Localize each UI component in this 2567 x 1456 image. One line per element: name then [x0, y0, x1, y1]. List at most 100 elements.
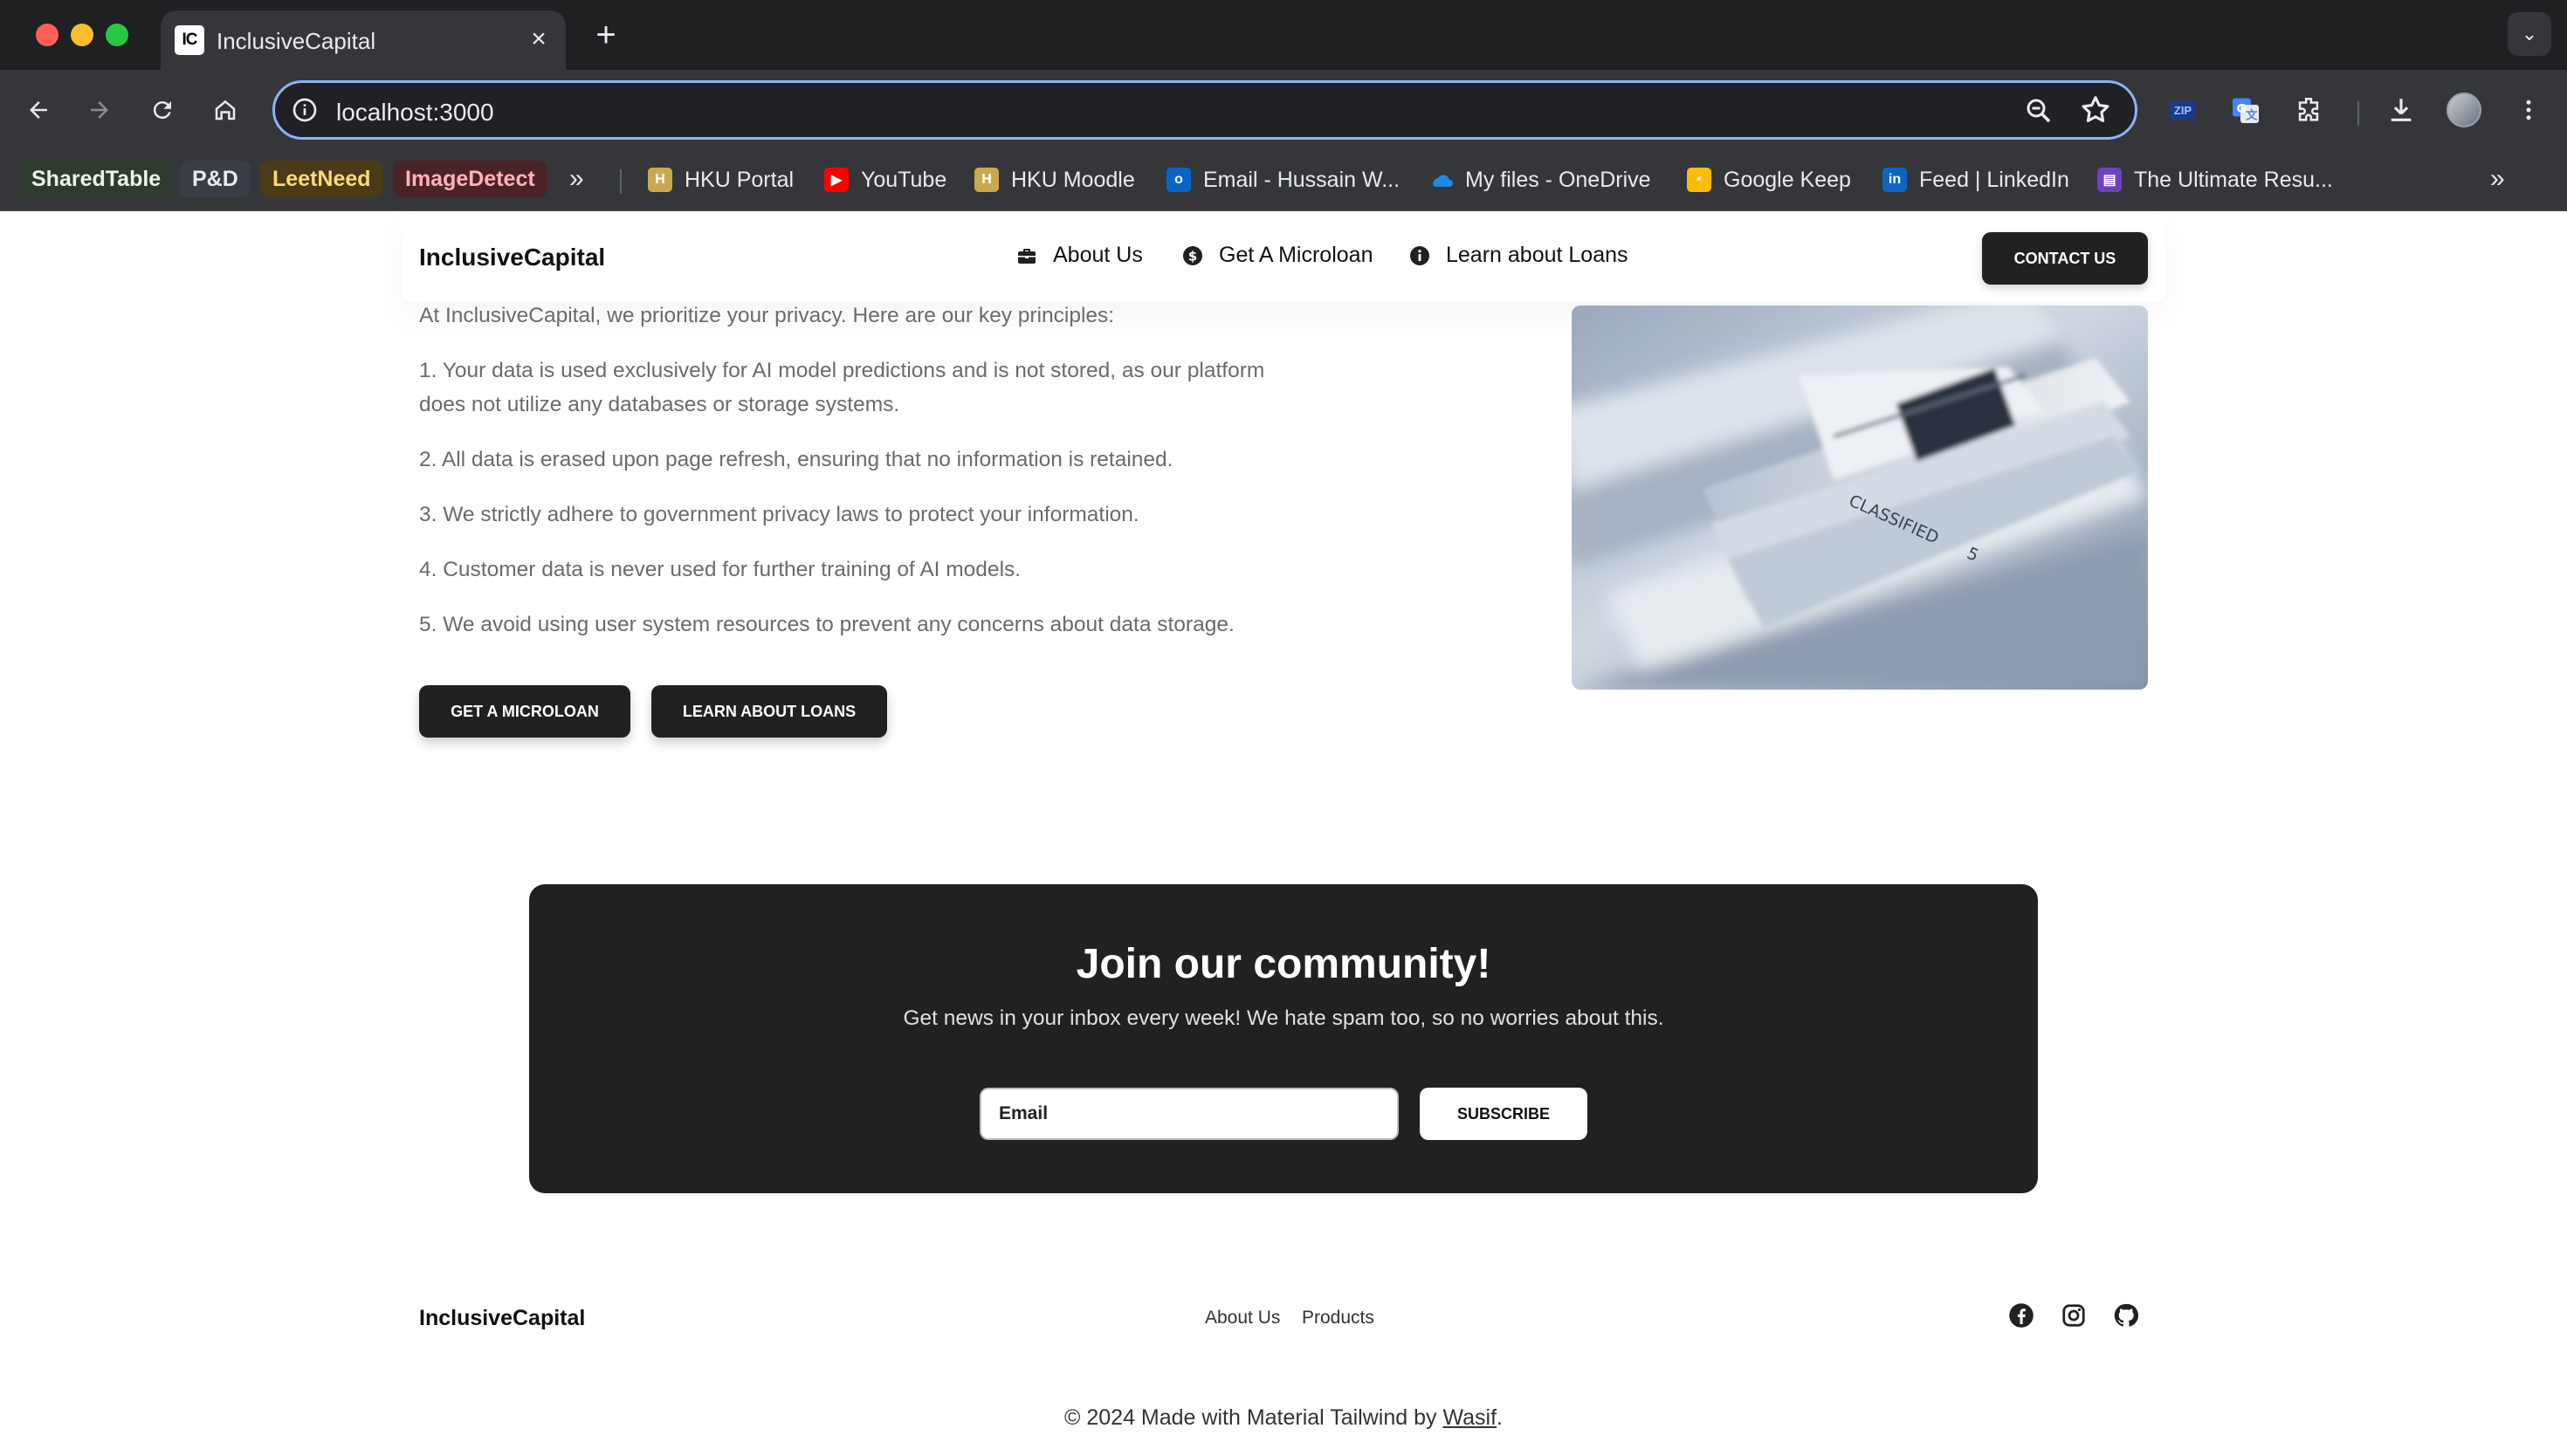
github-icon[interactable]	[2113, 1302, 2139, 1329]
browser-toolbar: localhost:3000 ZIP G文	[0, 70, 2567, 150]
bookmark-label: My files - OneDrive	[1465, 167, 1651, 192]
author-link[interactable]: Wasif	[1442, 1405, 1497, 1430]
dollar-icon: $	[1183, 245, 1202, 265]
web-page: InclusiveCapital About Us $ Get A Microl…	[0, 211, 2567, 1456]
bookmark-group-chevron-icon[interactable]: »	[569, 164, 584, 194]
browser-menu-icon[interactable]	[2509, 91, 2548, 129]
privacy-principle-3: 3. We strictly adhere to government priv…	[419, 503, 1139, 526]
bookmark-google-keep[interactable]: • Google Keep	[1687, 162, 1851, 197]
copyright-text: © 2024 Made with Material Tailwind by Wa…	[0, 1405, 2567, 1431]
bookmark-label: HKU Portal	[685, 167, 795, 192]
bookmark-chip-leetneed[interactable]: LeetNeed	[260, 161, 383, 197]
bookmark-hku-moodle[interactable]: H HKU Moodle	[974, 162, 1135, 197]
bookmark-email[interactable]: o Email - Hussain W...	[1167, 162, 1400, 197]
bookmark-hku-portal[interactable]: H HKU Portal	[648, 162, 794, 197]
site-brand[interactable]: InclusiveCapital	[419, 244, 605, 271]
more-bookmarks-chevron-icon[interactable]: »	[2490, 164, 2505, 194]
privacy-principle-1: 1. Your data is used exclusively for AI …	[419, 359, 1265, 416]
nav-get-a-microloan[interactable]: $ Get A Microloan	[1182, 243, 1373, 268]
reload-icon[interactable]	[143, 91, 182, 129]
minimize-window-button[interactable]	[71, 24, 93, 46]
file-folders-image: CLASSIFIED 5	[1572, 306, 2148, 690]
bookmark-star-icon[interactable]	[2079, 93, 2112, 127]
briefcase-icon	[1018, 248, 1036, 264]
extensions-puzzle-icon[interactable]	[2289, 91, 2328, 129]
tab-title: InclusiveCapital	[217, 28, 376, 54]
zip-extension-icon[interactable]: ZIP	[2164, 91, 2202, 129]
privacy-principle-4: 4. Customer data is never used for furth…	[419, 558, 1022, 581]
outlook-icon: o	[1167, 168, 1191, 192]
bookmark-onedrive[interactable]: My files - OneDrive	[1428, 162, 1651, 197]
learn-about-loans-button[interactable]: LEARN ABOUT LOANS	[651, 685, 887, 738]
site-info-icon[interactable]	[291, 96, 319, 124]
footer-link-about-us[interactable]: About Us	[1205, 1308, 1280, 1329]
maximize-window-button[interactable]	[106, 24, 128, 46]
nav-about-us[interactable]: About Us	[1016, 243, 1143, 268]
newsletter-subtitle: Get news in your inbox every week! We ha…	[903, 1006, 1664, 1030]
youtube-icon: ▶	[824, 168, 849, 192]
bookmark-ultimate-resume[interactable]: ▤ The Ultimate Resu...	[2097, 162, 2333, 197]
bookmark-label: Email - Hussain W...	[1203, 167, 1400, 192]
nav-link-label: Get A Microloan	[1219, 243, 1373, 267]
bookmark-label: Feed | LinkedIn	[1919, 167, 2069, 192]
contact-us-button[interactable]: CONTACT US	[1982, 232, 2148, 285]
bookmark-label: YouTube	[861, 167, 947, 192]
email-input[interactable]	[980, 1088, 1399, 1140]
home-icon[interactable]	[206, 91, 244, 129]
svg-text:$: $	[1188, 248, 1197, 264]
copyright-suffix: .	[1497, 1405, 1503, 1430]
tab-close-icon[interactable]: ×	[524, 24, 554, 54]
svg-text:文: 文	[2246, 108, 2258, 123]
bookmark-label: Google Keep	[1724, 167, 1851, 192]
bookmark-youtube[interactable]: ▶ YouTube	[824, 162, 946, 197]
nav-learn-about-loans[interactable]: Learn about Loans	[1409, 243, 1628, 268]
bookmarks-bar: SharedTable P&D LeetNeed ImageDetect » H…	[0, 150, 2567, 211]
bookmark-separator	[620, 169, 622, 194]
newsletter-section: Join our community! Get news in your inb…	[529, 884, 2038, 1193]
nav-link-label: About Us	[1053, 243, 1143, 267]
linkedin-icon: in	[1882, 168, 1907, 192]
svg-text:G: G	[2237, 102, 2247, 116]
address-url[interactable]: localhost:3000	[336, 99, 494, 127]
downloads-icon[interactable]	[2382, 91, 2420, 129]
moodle-icon: H	[974, 168, 999, 192]
new-tab-icon[interactable]: +	[587, 16, 625, 54]
info-icon	[1410, 245, 1429, 265]
onedrive-icon	[1428, 168, 1453, 192]
newsletter-title: Join our community!	[1076, 941, 1491, 987]
hku-icon: H	[648, 168, 672, 192]
nav-link-label: Learn about Loans	[1446, 243, 1628, 267]
profile-avatar[interactable]	[2445, 91, 2483, 129]
bookmark-chip-imagedetect[interactable]: ImageDetect	[393, 161, 547, 197]
resume-icon: ▤	[2097, 168, 2122, 192]
bookmark-label: HKU Moodle	[1011, 167, 1135, 192]
toolbar-divider	[2357, 101, 2359, 126]
get-a-microloan-button[interactable]: GET A MICROLOAN	[419, 685, 630, 738]
translate-extension-icon[interactable]: G文	[2226, 91, 2265, 129]
privacy-intro: At InclusiveCapital, we prioritize your …	[419, 304, 1115, 327]
zoom-icon[interactable]	[2023, 95, 2054, 127]
browser-tab-active[interactable]: IC InclusiveCapital ×	[161, 10, 566, 70]
bookmark-chip-pd[interactable]: P&D	[180, 161, 251, 197]
tab-search-icon[interactable]: ⌄	[2508, 12, 2551, 56]
subscribe-button[interactable]: SUBSCRIBE	[1420, 1088, 1587, 1140]
keep-icon: •	[1687, 168, 1711, 192]
forward-icon[interactable]	[80, 91, 119, 129]
close-window-button[interactable]	[36, 24, 58, 46]
copyright-prefix: © 2024 Made with Material Tailwind by	[1064, 1405, 1443, 1430]
privacy-principle-5: 5. We avoid using user system resources …	[419, 613, 1235, 636]
tab-strip: IC InclusiveCapital × + ⌄	[0, 0, 2567, 70]
facebook-icon[interactable]	[2008, 1302, 2034, 1329]
instagram-icon[interactable]	[2061, 1302, 2087, 1329]
footer-link-products[interactable]: Products	[1302, 1308, 1374, 1329]
back-icon[interactable]	[19, 91, 58, 129]
footer-brand[interactable]: InclusiveCapital	[419, 1306, 585, 1331]
site-navbar: InclusiveCapital About Us $ Get A Microl…	[402, 211, 2165, 302]
privacy-principle-2: 2. All data is erased upon page refresh,…	[419, 448, 1173, 471]
browser-chrome: IC InclusiveCapital × + ⌄ localhost:3000	[0, 0, 2567, 211]
address-bar[interactable]: localhost:3000	[272, 80, 2137, 140]
bookmark-label: The Ultimate Resu...	[2134, 167, 2333, 192]
bookmark-chip-sharedtable[interactable]: SharedTable	[19, 161, 174, 197]
site-favicon-icon: IC	[175, 25, 204, 55]
bookmark-linkedin[interactable]: in Feed | LinkedIn	[1882, 162, 2069, 197]
